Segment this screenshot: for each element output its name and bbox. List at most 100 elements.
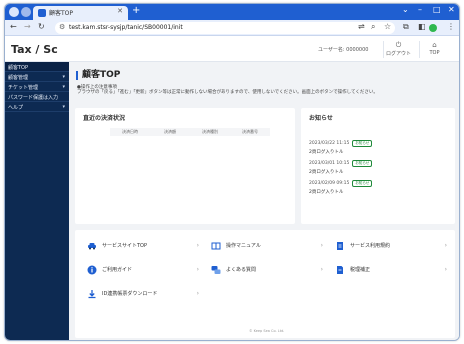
chevron-down-icon: ▾	[62, 104, 65, 110]
contact-label: 税理補正	[350, 267, 371, 273]
document-icon	[337, 242, 343, 250]
sidebar: 顧客TOP 顧客管理 ▾ チケット管理 ▾ パスワード保護は入力 ヘルプ ▾	[5, 62, 69, 340]
notice-body: ブラウザの「戻る」「進む」「更新」ボタン等は正常に動作しない場合がありますので、…	[77, 90, 378, 95]
browser-tab[interactable]: 顧客TOP ✕	[33, 6, 128, 20]
profile-icon[interactable]	[9, 7, 19, 17]
url-field[interactable]: ⚙ test.kam.stsr-sysjp/tanic/SB00001/init	[55, 22, 395, 34]
sidebar-item-customer-top[interactable]: 顧客TOP	[5, 62, 69, 72]
top-label: TOP	[429, 50, 440, 56]
top-button[interactable]: ⌂ TOP	[419, 41, 449, 58]
contact-link[interactable]: 税理補正 ›	[335, 263, 447, 277]
service-terms-label: サービス利用規約	[350, 243, 391, 249]
faq-link[interactable]: よくある質問 ›	[211, 263, 323, 277]
sidebar-item-label: パスワード保護は入力	[8, 95, 59, 101]
guide-label: ご利用ガイド	[102, 267, 133, 273]
recent-payments-panel: 直近の決済状況 決済日時 決済額 決済種別 決済番号	[75, 108, 295, 224]
news-badge: お知らせ	[352, 180, 373, 187]
chevron-right-icon: ›	[320, 266, 323, 273]
faq-label: よくある質問	[226, 267, 257, 273]
column-header: 決済日時	[122, 129, 138, 134]
url-text: test.kam.stsr-sysjp/tanic/SB00001/init	[69, 24, 183, 31]
chat-bubbles-icon	[211, 266, 221, 274]
close-tab-icon[interactable]: ✕	[117, 7, 123, 15]
minimize-icon[interactable]: –	[418, 5, 422, 14]
extensions-icon[interactable]: ⧉	[403, 22, 409, 32]
car-icon	[88, 243, 96, 250]
manual-link[interactable]: 操作マニュアル ›	[211, 239, 323, 253]
app-logo[interactable]: Tax / Sc	[11, 43, 58, 56]
news-title: お知らせ	[309, 115, 333, 122]
main-content: 顧客TOP ●操作上の注意事項 ブラウザの「戻る」「進む」「更新」ボタン等は正常…	[69, 62, 459, 340]
chevron-down-icon: ▾	[62, 84, 65, 90]
back-icon[interactable]: ←	[10, 22, 17, 31]
zoom-icon[interactable]: ⌕	[371, 22, 375, 32]
user-name: ユーザー名: 0000000	[318, 47, 369, 53]
sidebar-item-ticket-management[interactable]: チケット管理 ▾	[5, 82, 69, 92]
sidebar-item-password[interactable]: パスワード保護は入力	[5, 92, 69, 102]
chevron-down-icon[interactable]: ⌄	[402, 5, 409, 14]
bookmark-star-icon[interactable]: ☆	[384, 22, 391, 31]
close-window-icon[interactable]: ✕	[448, 5, 455, 14]
column-header: 決済番号	[242, 129, 258, 134]
tab-search-icon[interactable]	[21, 7, 31, 17]
footer-copyright: © Keep Sea Co. Ltd.	[249, 329, 285, 333]
browser-window: 顧客TOP ✕ + ⌄ – □ ✕ ← → ↻ ⚙ test.kam.stsr-…	[4, 3, 460, 341]
translate-icon[interactable]: ⇌	[358, 22, 365, 31]
service-site-label: サービスサイトTOP	[102, 243, 148, 249]
profile-avatar-icon[interactable]	[429, 24, 437, 32]
info-icon	[87, 265, 97, 275]
logout-label: ログアウト	[385, 51, 411, 57]
chevron-right-icon: ›	[444, 266, 447, 273]
chevron-right-icon: ›	[196, 290, 199, 297]
news-date: 2023/03/22 11:15	[309, 141, 350, 146]
menu-icon[interactable]: ⋮	[447, 22, 455, 31]
news-item[interactable]: 2023/02/09 09:15 お知らせ 2頁ログ入りトル	[309, 169, 373, 195]
sidebar-item-label: チケット管理	[8, 85, 39, 91]
news-date: 2023/03/01 10:15	[309, 161, 350, 166]
forward-icon[interactable]: →	[24, 22, 31, 31]
links-panel: サービスサイトTOP › 操作マニュアル › サービス利用規約 › ご利用ガイド…	[75, 230, 455, 338]
app-header: Tax / Sc ユーザー名: 0000000 ⏻ ログアウト ⌂ TOP	[5, 36, 459, 62]
file-icon	[337, 266, 343, 274]
column-header: 決済種別	[202, 129, 218, 134]
chevron-right-icon: ›	[196, 266, 199, 273]
sidebar-item-label: 顧客TOP	[8, 65, 29, 71]
home-icon: ⌂	[432, 41, 437, 49]
manual-label: 操作マニュアル	[226, 243, 261, 249]
news-badge: お知らせ	[352, 140, 373, 147]
address-bar: ← → ↻ ⚙ test.kam.stsr-sysjp/tanic/SB0000…	[5, 20, 459, 36]
logout-button[interactable]: ⏻ ログアウト	[383, 41, 413, 58]
sidebar-item-label: ヘルプ	[8, 105, 24, 111]
recent-payments-title: 直近の決済状況	[83, 115, 126, 122]
sidepanel-icon[interactable]: ◧	[418, 22, 426, 31]
logout-icon: ⏻	[395, 41, 402, 49]
column-header: 決済額	[164, 129, 176, 134]
payments-table-header: 決済日時 決済額 決済種別 決済番号	[110, 128, 270, 136]
news-item-title: 2頁ログ入りトル	[309, 190, 344, 195]
chevron-right-icon: ›	[444, 242, 447, 249]
sidebar-item-help[interactable]: ヘルプ ▾	[5, 102, 69, 112]
maximize-icon[interactable]: □	[433, 5, 441, 14]
book-icon	[211, 242, 221, 250]
download-link[interactable]: ID連携帳票ダウンロード ›	[87, 287, 199, 301]
sidebar-item-label: 顧客管理	[8, 75, 29, 81]
service-terms-link[interactable]: サービス利用規約 ›	[335, 239, 447, 253]
sidebar-item-customer-management[interactable]: 顧客管理 ▾	[5, 72, 69, 82]
guide-link[interactable]: ご利用ガイド ›	[87, 263, 199, 277]
favicon-icon	[38, 9, 46, 17]
news-date: 2023/02/09 09:15	[309, 181, 350, 186]
download-icon	[88, 290, 96, 299]
tab-title: 顧客TOP	[49, 10, 74, 17]
news-badge: お知らせ	[352, 160, 373, 167]
service-site-link[interactable]: サービスサイトTOP ›	[87, 239, 199, 253]
news-panel: お知らせ 2023/03/22 11:15 お知らせ 2頁ログ入りトル 2023/…	[301, 108, 455, 224]
site-info-icon[interactable]: ⚙	[59, 23, 65, 31]
reload-icon[interactable]: ↻	[38, 22, 45, 31]
chevron-down-icon: ▾	[62, 74, 65, 80]
download-label: ID連携帳票ダウンロード	[102, 291, 158, 297]
new-tab-icon[interactable]: +	[132, 5, 140, 16]
chevron-right-icon: ›	[196, 242, 199, 249]
chevron-right-icon: ›	[320, 242, 323, 249]
tab-strip: 顧客TOP ✕ + ⌄ – □ ✕	[5, 4, 459, 20]
page-title: 顧客TOP	[76, 71, 120, 80]
